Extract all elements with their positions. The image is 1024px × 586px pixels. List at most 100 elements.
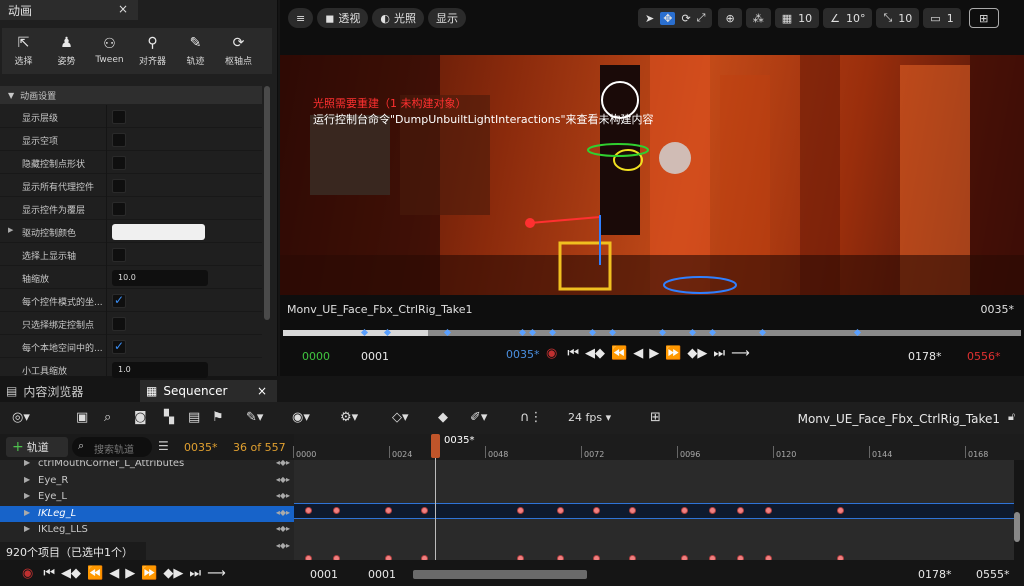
step-back-icon[interactable]: ⏪ — [87, 566, 103, 581]
keyframe[interactable] — [385, 507, 392, 514]
step-back-icon[interactable]: ⏪ — [611, 346, 627, 361]
expand-arrow-icon[interactable]: ▶ — [24, 460, 30, 467]
start-frame-green[interactable]: 0000 — [302, 350, 330, 363]
close-icon[interactable]: × — [118, 2, 128, 16]
scrollbar[interactable] — [264, 86, 270, 320]
property-checkbox[interactable] — [112, 339, 126, 354]
property-checkbox[interactable] — [112, 293, 126, 308]
tab-content-browser[interactable]: ▤ 内容浏览器 — [0, 380, 138, 402]
property-checkbox[interactable] — [112, 179, 126, 193]
layout-button[interactable]: ⊞ — [968, 8, 999, 28]
loop-icon[interactable]: ⟶ — [207, 566, 226, 581]
end-frame-red[interactable]: 0556* — [967, 350, 1001, 363]
prev-key-icon[interactable]: ◀◆ — [585, 346, 605, 361]
playhead-handle[interactable] — [431, 434, 440, 458]
track-row[interactable]: ▶ Eye_R ◂◆▸ — [0, 473, 294, 489]
keyframe[interactable] — [517, 555, 524, 560]
center-frame[interactable]: 0035* — [506, 348, 540, 361]
track-row[interactable]: ▶ Eye_L ◂◆▸ — [0, 489, 294, 505]
keyframe[interactable] — [593, 507, 600, 514]
keyframe[interactable] — [709, 507, 716, 514]
color-swatch[interactable] — [112, 224, 205, 240]
play-reverse-icon[interactable]: ◀ — [633, 346, 643, 361]
mode-button-2[interactable]: ⚇ Tween — [88, 28, 131, 74]
keyframe[interactable] — [837, 507, 844, 514]
keyframe[interactable] — [765, 555, 772, 560]
scale-snap[interactable]: ⤡ 10 — [876, 8, 920, 28]
record-icon[interactable]: ◉ — [22, 566, 33, 581]
rotate-snap[interactable]: ∠ 10° — [823, 8, 873, 28]
gear-icon[interactable]: ⚙▾ — [340, 410, 358, 425]
keyframe[interactable] — [305, 555, 312, 560]
mode-button-0[interactable]: ⇱ 选择 — [2, 28, 45, 74]
end-frame[interactable]: 0178* — [908, 350, 942, 363]
save-icon[interactable]: ▣ — [76, 410, 88, 425]
mode-button-4[interactable]: ✎ 轨迹 — [174, 28, 217, 74]
record-icon[interactable]: ◉ — [546, 346, 557, 361]
keyframe[interactable] — [681, 507, 688, 514]
step-forward-icon[interactable]: ⏩ — [141, 566, 157, 581]
view-end-frame[interactable]: 0555* — [976, 568, 1010, 581]
work-end-frame[interactable]: 0178* — [918, 568, 952, 581]
keyframe[interactable] — [737, 507, 744, 514]
keyframe[interactable] — [593, 555, 600, 560]
key-fill-icon[interactable]: ◆ — [438, 410, 448, 425]
find-asset-icon[interactable]: ⌕ — [104, 410, 111, 425]
play-icon[interactable]: ▶ — [125, 566, 135, 581]
clapper-icon[interactable]: ▚ — [164, 410, 174, 425]
curve-editor-icon[interactable]: ⊞ — [650, 410, 661, 425]
show-button[interactable]: 显示 — [427, 8, 466, 28]
keyframe[interactable] — [385, 555, 392, 560]
keyframe[interactable] — [421, 507, 428, 514]
keyframe[interactable] — [681, 555, 688, 560]
add-track-button[interactable]: + 轨道 — [6, 437, 68, 457]
key-nav-icon[interactable]: ◂◆▸ — [276, 475, 290, 484]
property-checkbox[interactable] — [112, 156, 126, 170]
world-icon[interactable]: ◎▾ — [12, 410, 30, 425]
prev-key-icon[interactable]: ◀◆ — [61, 566, 81, 581]
keyframe[interactable] — [709, 555, 716, 560]
fps-dropdown[interactable]: 24 fps ▾ — [568, 411, 611, 424]
expand-arrow-icon[interactable]: ▶ — [8, 226, 13, 234]
property-checkbox[interactable] — [112, 202, 126, 216]
select-tool-icon[interactable]: ➤ — [645, 12, 654, 25]
keyframe[interactable] — [629, 555, 636, 560]
key-diamond-icon[interactable]: ◇▾ — [392, 410, 409, 425]
track-row[interactable]: ▶ IKLeg_LLS ◂◆▸ — [0, 522, 294, 538]
magnet-icon[interactable]: ∩⋮ — [520, 410, 543, 425]
keyframe[interactable] — [557, 555, 564, 560]
lighting-button[interactable]: ◐ 光照 — [372, 8, 424, 28]
animation-tab[interactable]: 动画 × — [0, 0, 138, 20]
camera-speed[interactable]: ▭ 1 — [923, 8, 961, 28]
property-number-field[interactable]: 10.0 — [112, 270, 208, 286]
keyframe[interactable] — [837, 555, 844, 560]
key-nav-icon[interactable]: ◂◆▸ — [276, 508, 290, 517]
step-forward-icon[interactable]: ⏩ — [665, 346, 681, 361]
property-number-field[interactable]: 1.0 — [112, 362, 208, 378]
scrollbar[interactable] — [1014, 512, 1020, 542]
view-range-scrollbar[interactable] — [413, 570, 587, 579]
rotate-tool-icon[interactable]: ⟳ — [681, 12, 690, 25]
jump-end-icon[interactable]: ⏭ — [189, 566, 201, 581]
expand-arrow-icon[interactable]: ▶ — [24, 524, 30, 533]
scale-tool-icon[interactable]: ⤢ — [697, 11, 706, 25]
expand-arrow-icon[interactable]: ▶ — [24, 491, 30, 500]
play-reverse-icon[interactable]: ◀ — [109, 566, 119, 581]
keyframe[interactable] — [333, 507, 340, 514]
property-checkbox[interactable] — [112, 133, 126, 147]
mode-button-3[interactable]: ⚲ 对齐器 — [131, 28, 174, 74]
start-frame[interactable]: 0001 — [361, 350, 389, 363]
jump-start-icon[interactable]: ⏮ — [43, 566, 55, 581]
loop-icon[interactable]: ⟶ — [731, 346, 750, 361]
current-frame-field[interactable]: 0035* — [184, 441, 218, 454]
wrench-icon[interactable]: ✎▾ — [246, 410, 263, 425]
key-nav-icon[interactable]: ◂◆▸ — [276, 541, 290, 550]
render-icon[interactable]: ▤ — [188, 410, 200, 425]
surface-snap[interactable]: ⁂ — [745, 8, 771, 28]
work-start-frame[interactable]: 0001 — [368, 568, 396, 581]
grid-snap[interactable]: ▦ 10 — [774, 8, 820, 28]
key-nav-icon[interactable]: ◂◆▸ — [276, 491, 290, 500]
camera-icon[interactable]: ◙ — [134, 410, 147, 425]
key-nav-icon[interactable]: ◂◆▸ — [276, 524, 290, 533]
keyframe[interactable] — [421, 555, 428, 560]
